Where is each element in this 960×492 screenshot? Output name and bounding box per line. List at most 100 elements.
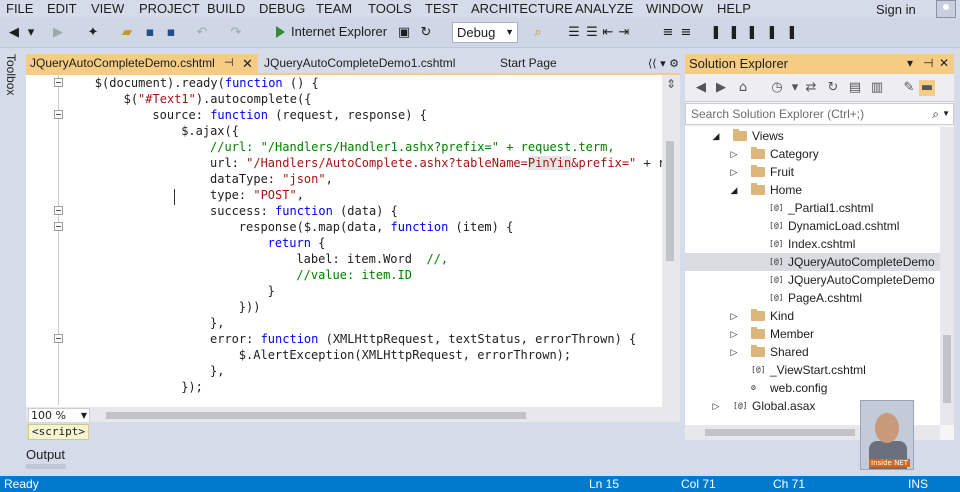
search-icon[interactable]: ⌕ (932, 104, 939, 124)
expand-arrow-icon[interactable]: ▷ (729, 325, 739, 343)
code-line[interactable]: $.AlertException(XMLHttpRequest, errorTh… (66, 347, 571, 363)
back-icon[interactable]: ◀ (693, 80, 709, 96)
split-icon[interactable]: ⇕ (662, 77, 680, 93)
code-line[interactable]: url: "/Handlers/AutoComplete.ashx?tableN… (66, 155, 662, 171)
tree-item[interactable]: [@] _ViewStart.cshtml (685, 361, 940, 379)
pin-icon[interactable]: ⊣ (923, 56, 933, 70)
sync-icon[interactable]: ⇄ (803, 80, 819, 96)
back-icon[interactable]: ◀ (6, 24, 22, 42)
wrap-icon[interactable]: ≡ (678, 24, 694, 42)
code-line[interactable]: }, (66, 363, 224, 379)
tree-item[interactable]: ▷ Fruit (685, 163, 940, 181)
outdent-icon[interactable]: ⇤ (600, 24, 616, 42)
properties-icon[interactable]: ✎ (901, 80, 917, 96)
code-line[interactable]: $(document).ready(function () { (66, 75, 319, 91)
tab-overflow-controls[interactable]: ⟨⟨ ▾ ⚙ (648, 54, 679, 73)
expand-arrow-icon[interactable]: ▷ (729, 145, 739, 163)
zoom-dropdown[interactable]: 100 % ▼ (28, 408, 90, 423)
code-line[interactable]: $("#Text1").autocomplete({ (66, 91, 312, 107)
code-line[interactable]: response($.map(data, function (item) { (66, 219, 514, 235)
code-line[interactable]: success: function (data) { (66, 203, 398, 219)
scroll-thumb[interactable] (106, 412, 526, 419)
save-all-icon[interactable]: ▪ (162, 24, 180, 42)
menu-architecture[interactable]: ARCHITECTURE (471, 1, 573, 16)
scroll-thumb[interactable] (705, 429, 855, 436)
bookmark-clear-icon[interactable]: ❚ (784, 24, 800, 42)
chevron-down-icon[interactable]: ▼ (942, 104, 950, 124)
collapse-arrow-icon[interactable]: ◢ (711, 127, 721, 145)
bookmark-folder-icon[interactable]: ❚ (764, 24, 780, 42)
indent-icon[interactable]: ⇥ (616, 24, 632, 42)
menu-help[interactable]: HELP (717, 1, 751, 16)
menu-edit[interactable]: EDIT (47, 1, 77, 16)
code-line[interactable]: source: function (request, response) { (66, 107, 427, 123)
uncomment-icon[interactable]: ☰ (584, 24, 600, 42)
tab-jqueryautocompletedemo[interactable]: JQueryAutoCompleteDemo.cshtml ⊣ ✕ (26, 54, 258, 73)
tree-item[interactable]: [@] PageA.cshtml (685, 289, 940, 307)
code-line[interactable]: //value: item.ID (66, 267, 412, 283)
collapse-toggle-icon[interactable] (54, 334, 63, 343)
find-icon[interactable]: ⌕ (530, 24, 546, 42)
tree-item[interactable]: [@] DynamicLoad.cshtml (685, 217, 940, 235)
menu-file[interactable]: FILE (6, 1, 33, 16)
refresh-icon[interactable]: ↻ (418, 24, 434, 42)
menu-team[interactable]: TEAM (316, 1, 352, 16)
code-line[interactable]: }, (66, 315, 224, 331)
code-line[interactable]: $.ajax({ (66, 123, 239, 139)
configuration-dropdown[interactable]: Debug ▼ (452, 22, 518, 43)
sign-in-link[interactable]: Sign in (876, 2, 916, 17)
code-line[interactable]: return { (66, 235, 326, 251)
show-all-files-icon[interactable]: ▥ (869, 80, 885, 96)
undo-icon[interactable]: ↶ (194, 24, 210, 42)
tree-item[interactable]: ▷ Member (685, 325, 940, 343)
tree-item[interactable]: ▷ Shared (685, 343, 940, 361)
collapse-toggle-icon[interactable] (54, 206, 63, 215)
menu-project[interactable]: PROJECT (139, 1, 200, 16)
editor-vertical-scrollbar[interactable] (662, 75, 680, 407)
breadcrumb-tag[interactable]: <script> (28, 424, 89, 440)
dropdown-arrow-icon[interactable]: ▾ (787, 80, 803, 96)
collapse-toggle-icon[interactable] (54, 78, 63, 87)
save-icon[interactable]: ▪ (142, 24, 158, 42)
code-line[interactable]: }); (66, 379, 203, 395)
bookmark-icon[interactable]: ❚ (708, 24, 724, 42)
home-icon[interactable]: ⌂ (735, 80, 751, 96)
expand-arrow-icon[interactable]: ▷ (711, 397, 721, 415)
forward-icon[interactable]: ▶ (50, 24, 66, 42)
menu-view[interactable]: VIEW (91, 1, 124, 16)
tree-item[interactable]: [@] JQueryAutoCompleteDemo (685, 271, 940, 289)
tree-item[interactable]: ◢ Home (685, 181, 940, 199)
pin-icon[interactable]: ⊣ (224, 54, 234, 73)
close-icon[interactable]: ✕ (242, 54, 253, 73)
bookmark-next-icon[interactable]: ❚ (744, 24, 760, 42)
tree-item[interactable]: [@] JQueryAutoCompleteDemo (685, 253, 940, 271)
tree-vertical-scrollbar[interactable] (940, 127, 954, 425)
refresh-icon[interactable]: ↻ (825, 80, 841, 96)
dropdown-arrow-icon[interactable]: ▾ (907, 56, 913, 70)
new-project-icon[interactable]: ✦ (84, 24, 102, 42)
tab-jqueryautocompletedemo1[interactable]: JQueryAutoCompleteDemo1.cshtml (260, 54, 480, 73)
open-file-icon[interactable]: ▰ (118, 24, 136, 42)
code-line[interactable]: //url: "/Handlers/Handler1.ashx?prefix="… (66, 139, 615, 155)
code-line[interactable]: } (66, 283, 275, 299)
code-line[interactable]: dataType: "json", (66, 171, 333, 187)
tree-item[interactable]: ▷ Category (685, 145, 940, 163)
comment-icon[interactable]: ☰ (566, 24, 582, 42)
collapse-toggle-icon[interactable] (54, 110, 63, 119)
scroll-thumb[interactable] (666, 141, 674, 261)
solution-search-input[interactable]: Search Solution Explorer (Ctrl+;) ⌕ ▼ (685, 103, 954, 125)
menu-window[interactable]: WINDOW (646, 1, 703, 16)
code-line[interactable]: })) (66, 299, 261, 315)
expand-arrow-icon[interactable]: ▷ (729, 163, 739, 181)
collapse-arrow-icon[interactable]: ◢ (729, 181, 739, 199)
menu-tools[interactable]: TOOLS (368, 1, 412, 16)
toolbox-rail[interactable]: Toolbox (0, 48, 24, 472)
collapse-all-icon[interactable]: ▤ (847, 80, 863, 96)
tab-output[interactable]: Output (26, 444, 66, 470)
expand-arrow-icon[interactable]: ▷ (729, 343, 739, 361)
expand-arrow-icon[interactable]: ▷ (729, 307, 739, 325)
tree-item[interactable]: [@] Index.cshtml (685, 235, 940, 253)
dropdown-arrow-icon[interactable]: ▾ (24, 24, 38, 42)
format-icon[interactable]: ≡ (660, 24, 676, 42)
code-line[interactable]: error: function (XMLHttpRequest, textSta… (66, 331, 636, 347)
